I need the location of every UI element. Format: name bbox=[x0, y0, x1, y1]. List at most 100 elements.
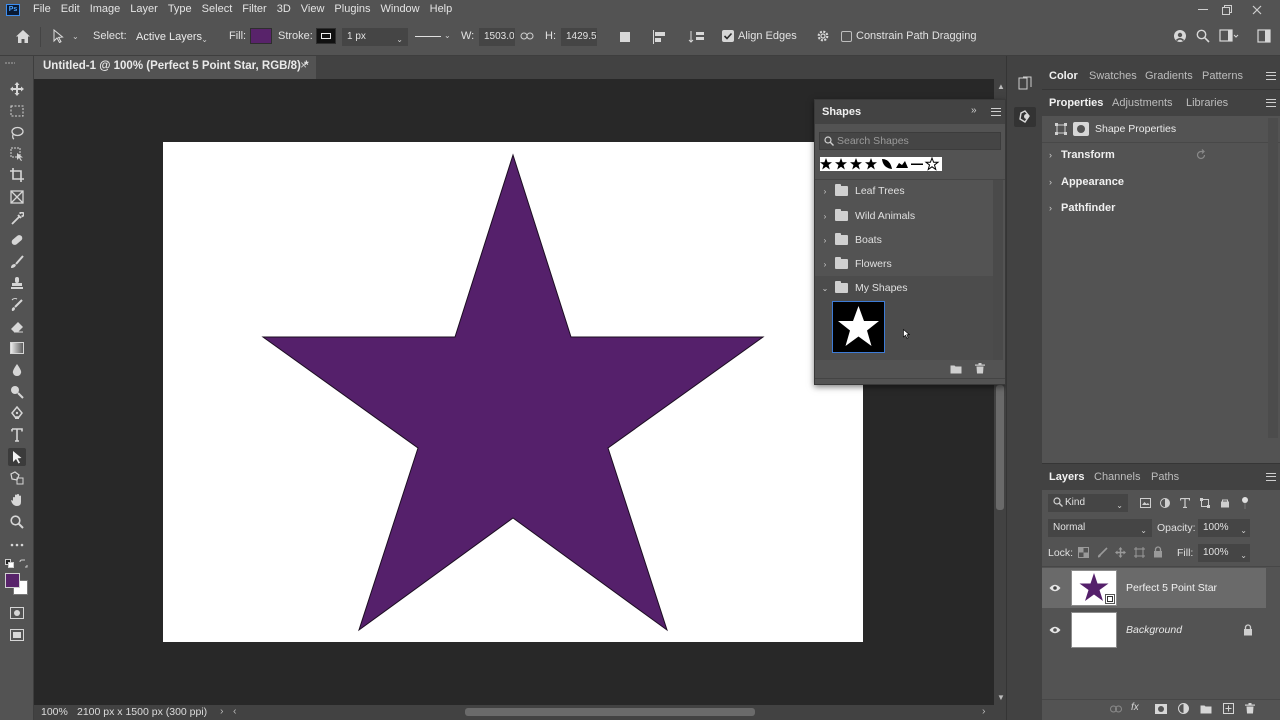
stroke-width-field[interactable]: 1 px ⌄ bbox=[342, 28, 408, 46]
zoom-level[interactable]: 100% bbox=[41, 706, 68, 718]
shapes-list-scrollbar[interactable] bbox=[993, 180, 1003, 360]
horizontal-scrollbar-thumb[interactable] bbox=[465, 708, 755, 716]
layer-name[interactable]: Background bbox=[1126, 624, 1182, 636]
collapse-toolbar-icon[interactable] bbox=[4, 60, 16, 66]
search-icon[interactable] bbox=[1196, 29, 1210, 43]
tab-libraries[interactable]: Libraries bbox=[1186, 97, 1228, 109]
document-canvas[interactable] bbox=[163, 142, 863, 642]
constrain-path-checkbox[interactable] bbox=[841, 31, 852, 42]
filter-adjustment-icon[interactable] bbox=[1160, 498, 1170, 508]
fill-opacity-field[interactable]: 100% ⌄ bbox=[1198, 544, 1250, 562]
layer-visibility-eye-icon[interactable] bbox=[1049, 626, 1061, 634]
lock-all-icon[interactable] bbox=[1153, 546, 1163, 558]
path-operations-icon[interactable] bbox=[618, 30, 632, 44]
swap-colors-icon[interactable] bbox=[19, 559, 28, 568]
lock-image-pixels-icon[interactable] bbox=[1097, 547, 1108, 558]
properties-scrollbar[interactable] bbox=[1268, 118, 1278, 438]
path-arrangement-icon[interactable] bbox=[688, 29, 706, 45]
scroll-up-icon[interactable]: ▲ bbox=[997, 82, 1005, 91]
menu-3d[interactable]: 3D bbox=[272, 0, 296, 19]
select-dropdown[interactable]: Active Layers ⌄ bbox=[131, 28, 213, 46]
stroke-swatch[interactable] bbox=[316, 28, 336, 44]
zoom-tool-icon[interactable] bbox=[8, 513, 26, 531]
healing-brush-tool-icon[interactable] bbox=[8, 231, 26, 249]
new-group-icon[interactable] bbox=[1200, 704, 1212, 714]
menu-view[interactable]: View bbox=[296, 0, 330, 19]
menu-file[interactable]: File bbox=[28, 0, 56, 19]
screen-mode-icon[interactable] bbox=[8, 626, 26, 644]
pen-tool-icon[interactable] bbox=[8, 404, 26, 422]
lock-position-icon[interactable] bbox=[1115, 547, 1126, 558]
menu-help[interactable]: Help bbox=[425, 0, 458, 19]
collapse-panel-icon[interactable]: » bbox=[971, 105, 976, 116]
stroke-type-dropdown[interactable]: ⌄ bbox=[412, 28, 454, 46]
tab-patterns[interactable]: Patterns bbox=[1202, 70, 1243, 82]
eyedropper-tool-icon[interactable] bbox=[8, 210, 26, 228]
tab-gradients[interactable]: Gradients bbox=[1145, 70, 1193, 82]
panel-menu-icon[interactable] bbox=[1266, 72, 1276, 80]
add-mask-icon[interactable] bbox=[1155, 704, 1167, 714]
new-group-folder-icon[interactable] bbox=[950, 364, 962, 374]
shapes-panel-icon[interactable] bbox=[1014, 107, 1036, 127]
star-shape-layer[interactable] bbox=[163, 142, 863, 642]
layer-visibility-eye-icon[interactable] bbox=[1049, 584, 1061, 592]
menu-window[interactable]: Window bbox=[376, 0, 425, 19]
document-tab[interactable]: Untitled-1 @ 100% (Perfect 5 Point Star,… bbox=[34, 56, 316, 79]
tool-preset-chevron-icon[interactable]: ⌄ bbox=[72, 32, 79, 41]
new-adjustment-layer-icon[interactable] bbox=[1178, 703, 1189, 714]
tab-adjustments[interactable]: Adjustments bbox=[1112, 97, 1173, 109]
eraser-tool-icon[interactable] bbox=[8, 318, 26, 336]
lock-artboard-icon[interactable] bbox=[1134, 547, 1145, 558]
path-selection-tool-icon[interactable] bbox=[52, 29, 64, 43]
foreground-color-swatch[interactable] bbox=[5, 573, 20, 588]
default-colors-icon[interactable] bbox=[5, 559, 14, 568]
tab-paths[interactable]: Paths bbox=[1151, 471, 1179, 483]
menu-type[interactable]: Type bbox=[163, 0, 197, 19]
recent-shapes-strip[interactable] bbox=[820, 157, 942, 171]
panel-menu-icon[interactable] bbox=[1266, 99, 1276, 107]
gear-icon[interactable] bbox=[816, 29, 830, 43]
panel-toggle-icon[interactable] bbox=[1257, 29, 1271, 43]
hand-tool-icon[interactable] bbox=[8, 491, 26, 509]
tab-channels[interactable]: Channels bbox=[1094, 471, 1140, 483]
layer-filter-dropdown[interactable]: Kind ⌄ bbox=[1048, 494, 1128, 512]
lasso-tool-icon[interactable] bbox=[8, 124, 26, 142]
reset-transform-icon[interactable] bbox=[1195, 149, 1207, 161]
close-window-icon[interactable] bbox=[1242, 0, 1272, 19]
menu-layer[interactable]: Layer bbox=[125, 0, 163, 19]
shapes-panel-header[interactable]: Shapes » bbox=[815, 100, 1005, 124]
filter-type-icon[interactable] bbox=[1180, 498, 1190, 508]
move-tool-icon[interactable] bbox=[8, 80, 26, 98]
frame-tool-icon[interactable] bbox=[8, 188, 26, 206]
object-selection-tool-icon[interactable] bbox=[8, 145, 26, 163]
trash-icon[interactable] bbox=[975, 363, 985, 374]
fill-swatch[interactable] bbox=[250, 28, 272, 44]
menu-plugins[interactable]: Plugins bbox=[329, 0, 375, 19]
photoshop-logo-icon[interactable]: Ps bbox=[6, 3, 20, 16]
delete-layer-icon[interactable] bbox=[1245, 703, 1255, 714]
align-edges-checkbox[interactable] bbox=[722, 30, 734, 42]
width-field[interactable]: 1503.0 bbox=[479, 28, 515, 46]
brush-tool-icon[interactable] bbox=[8, 253, 26, 271]
menu-image[interactable]: Image bbox=[85, 0, 126, 19]
scroll-down-icon[interactable]: ▼ bbox=[997, 693, 1005, 702]
filter-toggle-icon[interactable] bbox=[1241, 496, 1249, 510]
path-alignment-icon[interactable] bbox=[652, 30, 668, 44]
opacity-field[interactable]: 100% ⌄ bbox=[1198, 519, 1250, 537]
blur-tool-icon[interactable] bbox=[8, 361, 26, 379]
shape-group-boats[interactable]: › Boats bbox=[815, 228, 993, 252]
section-pathfinder[interactable]: › Pathfinder bbox=[1049, 202, 1115, 214]
tab-color[interactable]: Color bbox=[1049, 70, 1078, 82]
shape-group-leaf-trees[interactable]: › Leaf Trees bbox=[815, 179, 993, 203]
shape-tool-icon[interactable] bbox=[8, 469, 26, 487]
shape-group-my-shapes[interactable]: ⌄ My Shapes bbox=[815, 276, 993, 300]
type-tool-icon[interactable] bbox=[8, 426, 26, 444]
document-info[interactable]: 2100 px x 1500 px (300 ppi) bbox=[77, 706, 207, 718]
layer-name[interactable]: Perfect 5 Point Star bbox=[1126, 582, 1217, 594]
new-layer-icon[interactable] bbox=[1223, 703, 1234, 714]
scroll-left-icon[interactable]: ‹ bbox=[233, 705, 237, 717]
link-layers-icon[interactable] bbox=[1110, 705, 1122, 713]
history-brush-tool-icon[interactable] bbox=[8, 296, 26, 314]
status-more-icon[interactable]: › bbox=[220, 705, 224, 717]
gradient-tool-icon[interactable] bbox=[8, 339, 26, 357]
